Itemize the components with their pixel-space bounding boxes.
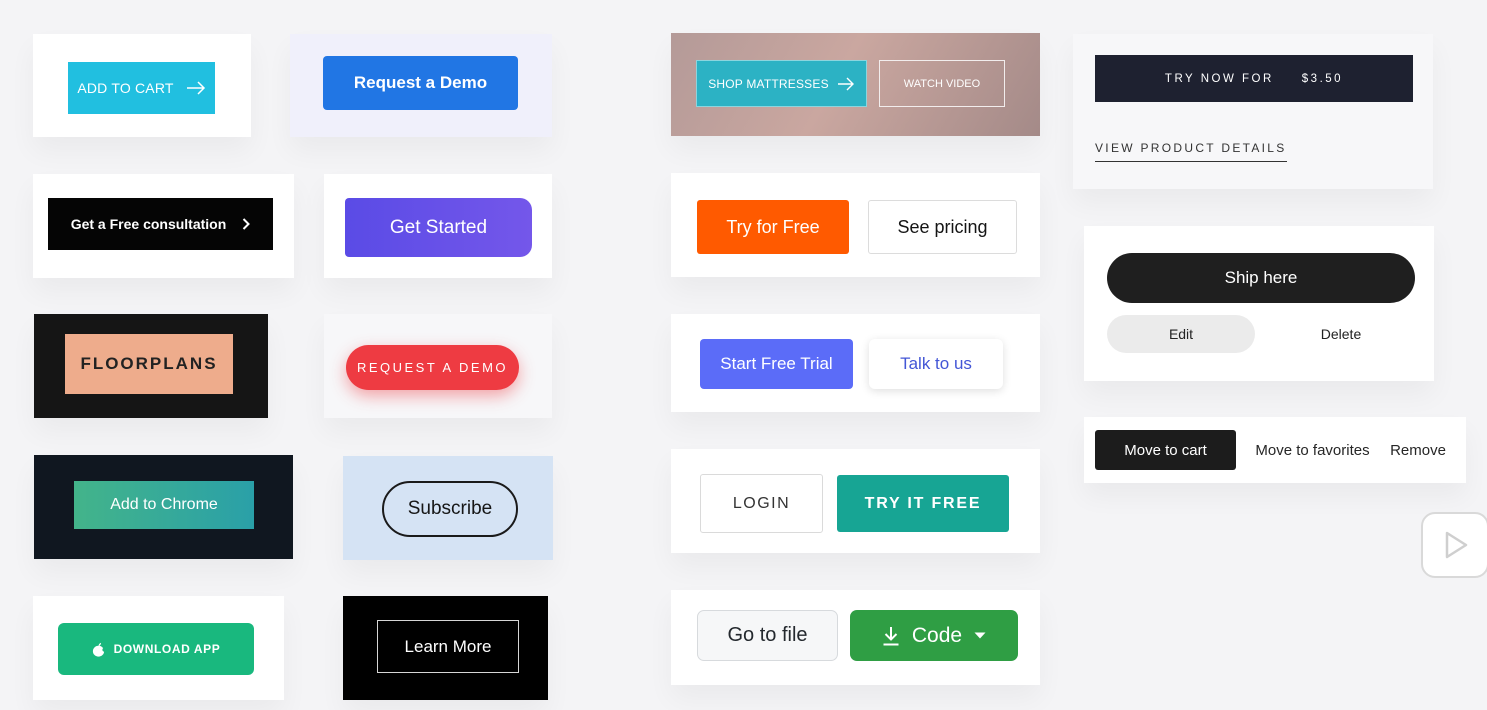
caret-down-icon (974, 632, 986, 639)
go-to-file-button[interactable]: Go to file (697, 610, 838, 661)
try-for-free-button[interactable]: Try for Free (697, 200, 849, 254)
free-trial-card: Start Free Trial Talk to us (671, 314, 1040, 412)
play-icon (1445, 531, 1468, 559)
floorplans-button[interactable]: FLOORPLANS (65, 334, 233, 394)
apple-icon (92, 642, 105, 657)
get-started-label: Get Started (389, 216, 488, 238)
ship-here-label: Ship here (1224, 268, 1298, 287)
try-now-card: TRY NOW FOR $3.50 VIEW PRODUCT DETAILS (1073, 34, 1433, 189)
get-started-button[interactable]: Get Started (345, 198, 532, 257)
try-it-free-button[interactable]: TRY IT FREE (837, 475, 1009, 532)
see-pricing-button[interactable]: See pricing (868, 200, 1017, 254)
request-demo-red-label: REQUEST A DEMO (356, 360, 509, 375)
repo-actions-card: Go to file Code (671, 590, 1040, 685)
get-started-card: Get Started (324, 174, 552, 278)
add-to-cart-label: ADD TO CART (77, 80, 174, 96)
try-now-label: TRY NOW FOR (1164, 72, 1274, 85)
ship-here-button[interactable]: Ship here (1107, 253, 1415, 303)
request-demo-blue-label: Request a Demo (353, 73, 488, 92)
floorplans-label: FLOORPLANS (80, 354, 218, 373)
move-to-cart-button[interactable]: Move to cart (1095, 430, 1236, 470)
cart-actions-card: Move to cart Move to favorites Remove (1084, 417, 1466, 483)
login-card: LOGIN TRY IT FREE (671, 449, 1040, 553)
shipping-card: Ship here Edit Delete (1084, 226, 1434, 381)
login-label: LOGIN (732, 494, 791, 512)
code-label: Code (911, 623, 963, 647)
view-product-details-link[interactable]: VIEW PRODUCT DETAILS (1095, 141, 1287, 162)
go-to-file-label: Go to file (727, 624, 808, 646)
try-it-free-label: TRY IT FREE (864, 494, 982, 512)
free-consultation-button[interactable]: Get a Free consultation (48, 198, 273, 250)
try-now-button[interactable]: TRY NOW FOR $3.50 (1095, 55, 1413, 102)
try-now-price: $3.50 (1301, 72, 1344, 85)
subscribe-button[interactable]: Subscribe (382, 481, 518, 537)
try-free-pricing-card: Try for Free See pricing (671, 173, 1040, 277)
delete-label: Delete (1320, 326, 1362, 342)
delete-button[interactable]: Delete (1289, 315, 1393, 353)
video-play-button[interactable] (1421, 512, 1487, 578)
watch-video-button[interactable]: WATCH VIDEO (879, 60, 1005, 107)
edit-button[interactable]: Edit (1107, 315, 1255, 353)
shop-mattresses-label: SHOP MATTRESSES (708, 76, 829, 91)
request-demo-blue-card: Request a Demo (290, 34, 552, 137)
move-to-favorites-label: Move to favorites (1255, 441, 1370, 459)
shop-mattresses-button[interactable]: SHOP MATTRESSES (696, 60, 867, 107)
request-demo-red-card: REQUEST A DEMO (324, 314, 552, 418)
free-consultation-label: Get a Free consultation (70, 216, 227, 232)
download-card: DOWNLOAD APP (33, 596, 284, 700)
start-free-trial-button[interactable]: Start Free Trial (700, 339, 853, 389)
floorplans-card: FLOORPLANS (34, 314, 268, 418)
add-to-cart-button[interactable]: ADD TO CART (68, 62, 215, 114)
arrow-right-icon (837, 77, 854, 90)
talk-to-us-label: Talk to us (900, 354, 972, 373)
consultation-card: Get a Free consultation (33, 174, 294, 278)
learn-more-card: Learn More (343, 596, 548, 700)
talk-to-us-button[interactable]: Talk to us (869, 339, 1003, 389)
edit-label: Edit (1168, 326, 1194, 342)
watch-video-label: WATCH VIDEO (903, 77, 981, 90)
mattress-banner-card: SHOP MATTRESSES WATCH VIDEO (671, 33, 1040, 136)
code-button[interactable]: Code (850, 610, 1018, 661)
learn-more-button[interactable]: Learn More (377, 620, 519, 673)
request-demo-blue-button[interactable]: Request a Demo (323, 56, 518, 110)
learn-more-label: Learn More (404, 636, 492, 656)
add-to-chrome-label: Add to Chrome (110, 496, 218, 513)
request-demo-red-button[interactable]: REQUEST A DEMO (346, 345, 519, 390)
remove-label: Remove (1390, 441, 1446, 459)
remove-button[interactable]: Remove (1384, 430, 1452, 470)
login-button[interactable]: LOGIN (700, 474, 823, 533)
add-to-cart-card: ADD TO CART (33, 34, 251, 137)
subscribe-card: Subscribe (343, 456, 553, 560)
move-to-cart-label: Move to cart (1124, 441, 1207, 459)
download-app-label: DOWNLOAD APP (113, 642, 221, 656)
arrow-right-icon (186, 81, 205, 95)
download-app-button[interactable]: DOWNLOAD APP (58, 623, 254, 675)
start-free-trial-label: Start Free Trial (720, 354, 833, 373)
subscribe-label: Subscribe (407, 498, 493, 519)
download-icon (883, 626, 899, 645)
see-pricing-label: See pricing (897, 216, 988, 237)
chrome-card: Add to Chrome (34, 455, 293, 559)
chevron-right-icon (243, 218, 251, 230)
add-to-chrome-button[interactable]: Add to Chrome (74, 481, 254, 529)
try-for-free-label: Try for Free (726, 216, 820, 237)
move-to-favorites-button[interactable]: Move to favorites (1249, 430, 1376, 470)
